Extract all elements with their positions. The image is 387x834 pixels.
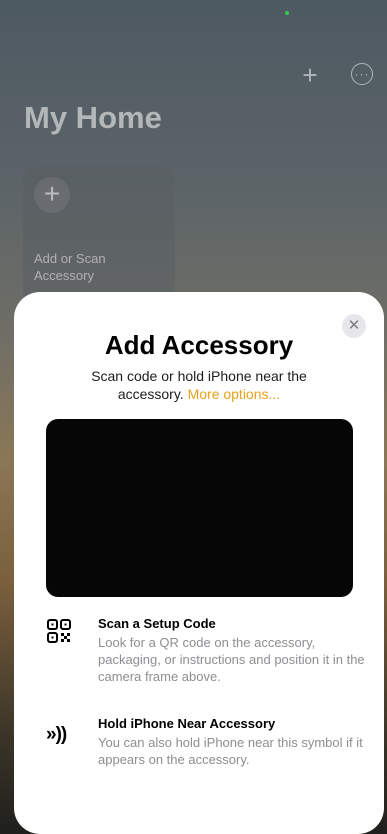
add-plus-icon[interactable]: +	[298, 62, 322, 88]
option-description: You can also hold iPhone near this symbo…	[98, 735, 363, 767]
plus-icon: +	[34, 177, 70, 213]
add-accessory-tile-label: Add or Scan Accessory	[34, 251, 106, 283]
home-screen: + ··· My Home + Add or Scan Accessory ✕ …	[0, 0, 387, 834]
add-accessory-sheet: ✕ Add Accessory Scan code or hold iPhone…	[14, 292, 384, 834]
more-options-icon[interactable]: ···	[351, 63, 373, 85]
sheet-subtitle: Scan code or hold iPhone near the access…	[69, 367, 329, 403]
nfc-icon: »))	[46, 724, 67, 745]
sheet-title: Add Accessory	[104, 330, 294, 360]
add-accessory-tile[interactable]: + Add or Scan Accessory	[23, 166, 175, 306]
option-title: Scan a Setup Code	[98, 616, 216, 631]
camera-viewfinder	[46, 419, 353, 597]
option-title: Hold iPhone Near Accessory	[98, 716, 276, 731]
more-options-link[interactable]: More options...	[188, 386, 281, 402]
qr-code-icon	[47, 619, 71, 643]
page-title: My Home	[24, 100, 162, 135]
camera-indicator-dot	[285, 11, 289, 15]
option-description: Look for a QR code on the accessory, pac…	[98, 635, 365, 684]
